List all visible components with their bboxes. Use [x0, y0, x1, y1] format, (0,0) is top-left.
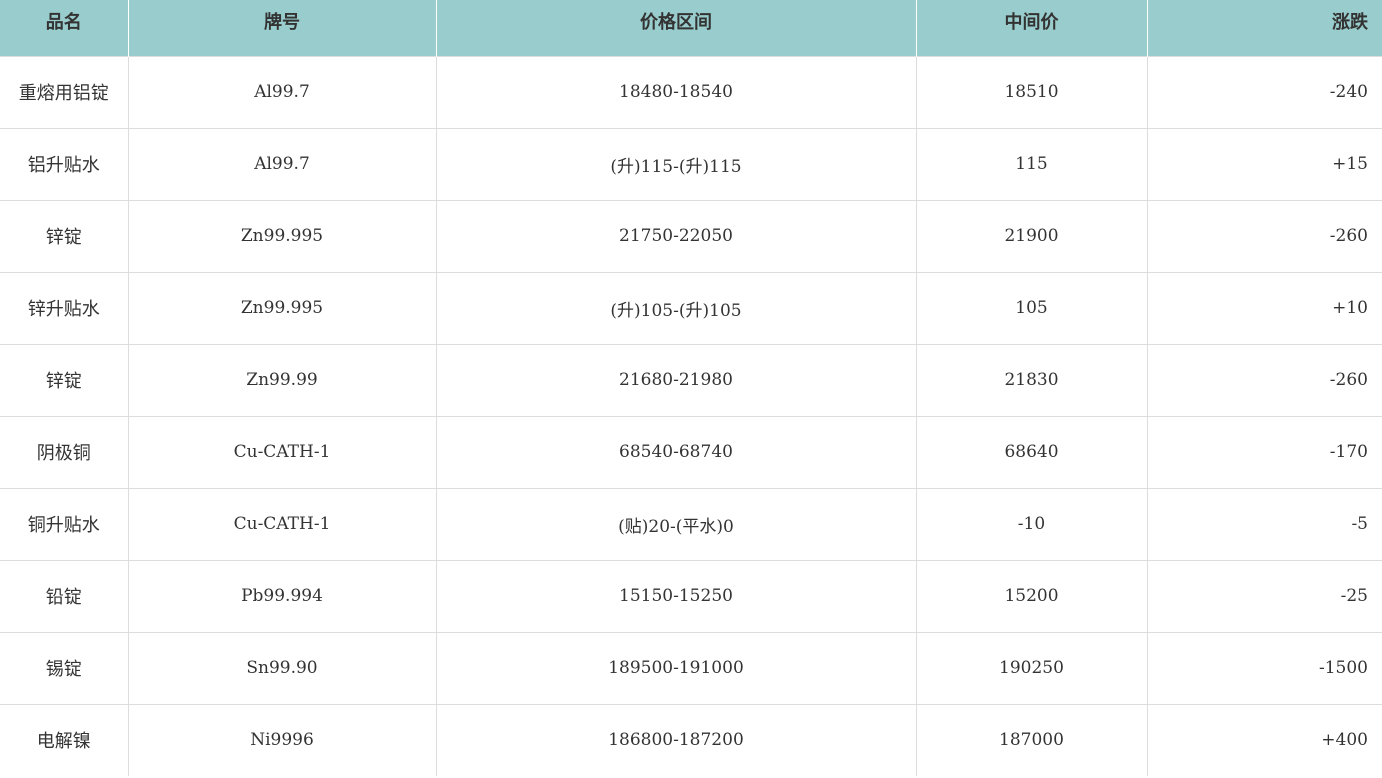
cell-price-range: 15150-15250 [436, 560, 917, 632]
cell-change: +10 [1332, 298, 1368, 318]
cell-price-range: (升)115-(升)115 [436, 128, 917, 200]
cell-price-range: 21680-21980 [436, 344, 917, 416]
table-row: 铅锭 Pb99.994 15150-15250 15200 -25 [0, 560, 1382, 632]
cell-mid-price: 105 [916, 272, 1148, 344]
cell-price-range: 189500-191000 [436, 632, 917, 704]
cell-change: +15 [1332, 154, 1368, 174]
cell-name: 锌升贴水 [0, 272, 129, 344]
cell-price-range: 21750-22050 [436, 200, 917, 272]
cell-name: 重熔用铝锭 [0, 56, 129, 128]
cell-name: 阴极铜 [0, 416, 129, 488]
cell-grade: Sn99.90 [128, 632, 437, 704]
cell-price-range: (升)105-(升)105 [436, 272, 917, 344]
cell-name: 锌锭 [0, 344, 129, 416]
cell-change: -25 [1340, 586, 1368, 606]
cell-grade: Zn99.99 [128, 344, 437, 416]
table-row: 锌升贴水 Zn99.995 (升)105-(升)105 105 +10 [0, 272, 1382, 344]
cell-mid-price: 21830 [916, 344, 1148, 416]
cell-change: -240 [1329, 82, 1368, 102]
cell-price-range: 68540-68740 [436, 416, 917, 488]
cell-mid-price: 15200 [916, 560, 1148, 632]
cell-mid-price: 18510 [916, 56, 1148, 128]
header-row: 品名 牌号 价格区间 中间价 涨跌 [0, 0, 1382, 56]
cell-grade: Cu-CATH-1 [128, 488, 437, 560]
table-row: 重熔用铝锭 Al99.7 18480-18540 18510 -240 [0, 56, 1382, 128]
cell-mid-price: 21900 [916, 200, 1148, 272]
cell-change: -260 [1329, 370, 1368, 390]
cell-change: +400 [1321, 730, 1368, 751]
cell-name: 铅锭 [0, 560, 129, 632]
table-row: 锡锭 Sn99.90 189500-191000 190250 -1500 [0, 632, 1382, 704]
table-body: 重熔用铝锭 Al99.7 18480-18540 18510 -240 铝升贴水… [0, 56, 1382, 776]
cell-name: 锌锭 [0, 200, 129, 272]
header-price-range: 价格区间 [436, 0, 917, 56]
cell-grade: Al99.7 [128, 128, 437, 200]
cell-grade: Zn99.995 [128, 200, 437, 272]
cell-mid-price: 190250 [916, 632, 1148, 704]
table-row: 锌锭 Zn99.99 21680-21980 21830 -260 [0, 344, 1382, 416]
cell-change: -5 [1351, 514, 1368, 534]
table-row: 电解镍 Ni9996 186800-187200 187000 +400 [0, 704, 1382, 776]
cell-grade: Cu-CATH-1 [128, 416, 437, 488]
cell-name: 锡锭 [0, 632, 129, 704]
header-change: 涨跌 [1147, 0, 1382, 56]
cell-mid-price: 187000 [916, 704, 1148, 776]
cell-change: -260 [1329, 226, 1368, 246]
table-header: 品名 牌号 价格区间 中间价 涨跌 [0, 0, 1382, 56]
cell-change: -170 [1329, 442, 1368, 462]
header-name: 品名 [0, 0, 129, 56]
cell-mid-price: -10 [916, 488, 1148, 560]
cell-price-range: 18480-18540 [436, 56, 917, 128]
cell-grade: Ni9996 [128, 704, 437, 776]
cell-name: 铜升贴水 [0, 488, 129, 560]
cell-mid-price: 115 [916, 128, 1148, 200]
cell-name: 铝升贴水 [0, 128, 129, 200]
cell-grade: Pb99.994 [128, 560, 437, 632]
header-mid-price: 中间价 [916, 0, 1148, 56]
cell-change: -1500 [1318, 658, 1368, 678]
cell-grade: Zn99.995 [128, 272, 437, 344]
header-grade: 牌号 [128, 0, 437, 56]
cell-mid-price: 68640 [916, 416, 1148, 488]
cell-name: 电解镍 [0, 704, 129, 776]
price-table: 品名 牌号 价格区间 中间价 涨跌 重熔用铝锭 Al99.7 18480-185… [0, 0, 1382, 776]
cell-price-range: (贴)20-(平水)0 [436, 488, 917, 560]
table-row: 铝升贴水 Al99.7 (升)115-(升)115 115 +15 [0, 128, 1382, 200]
cell-grade: Al99.7 [128, 56, 437, 128]
table-row: 铜升贴水 Cu-CATH-1 (贴)20-(平水)0 -10 -5 [0, 488, 1382, 560]
table-row: 锌锭 Zn99.995 21750-22050 21900 -260 [0, 200, 1382, 272]
cell-price-range: 186800-187200 [436, 704, 917, 776]
table-row: 阴极铜 Cu-CATH-1 68540-68740 68640 -170 [0, 416, 1382, 488]
